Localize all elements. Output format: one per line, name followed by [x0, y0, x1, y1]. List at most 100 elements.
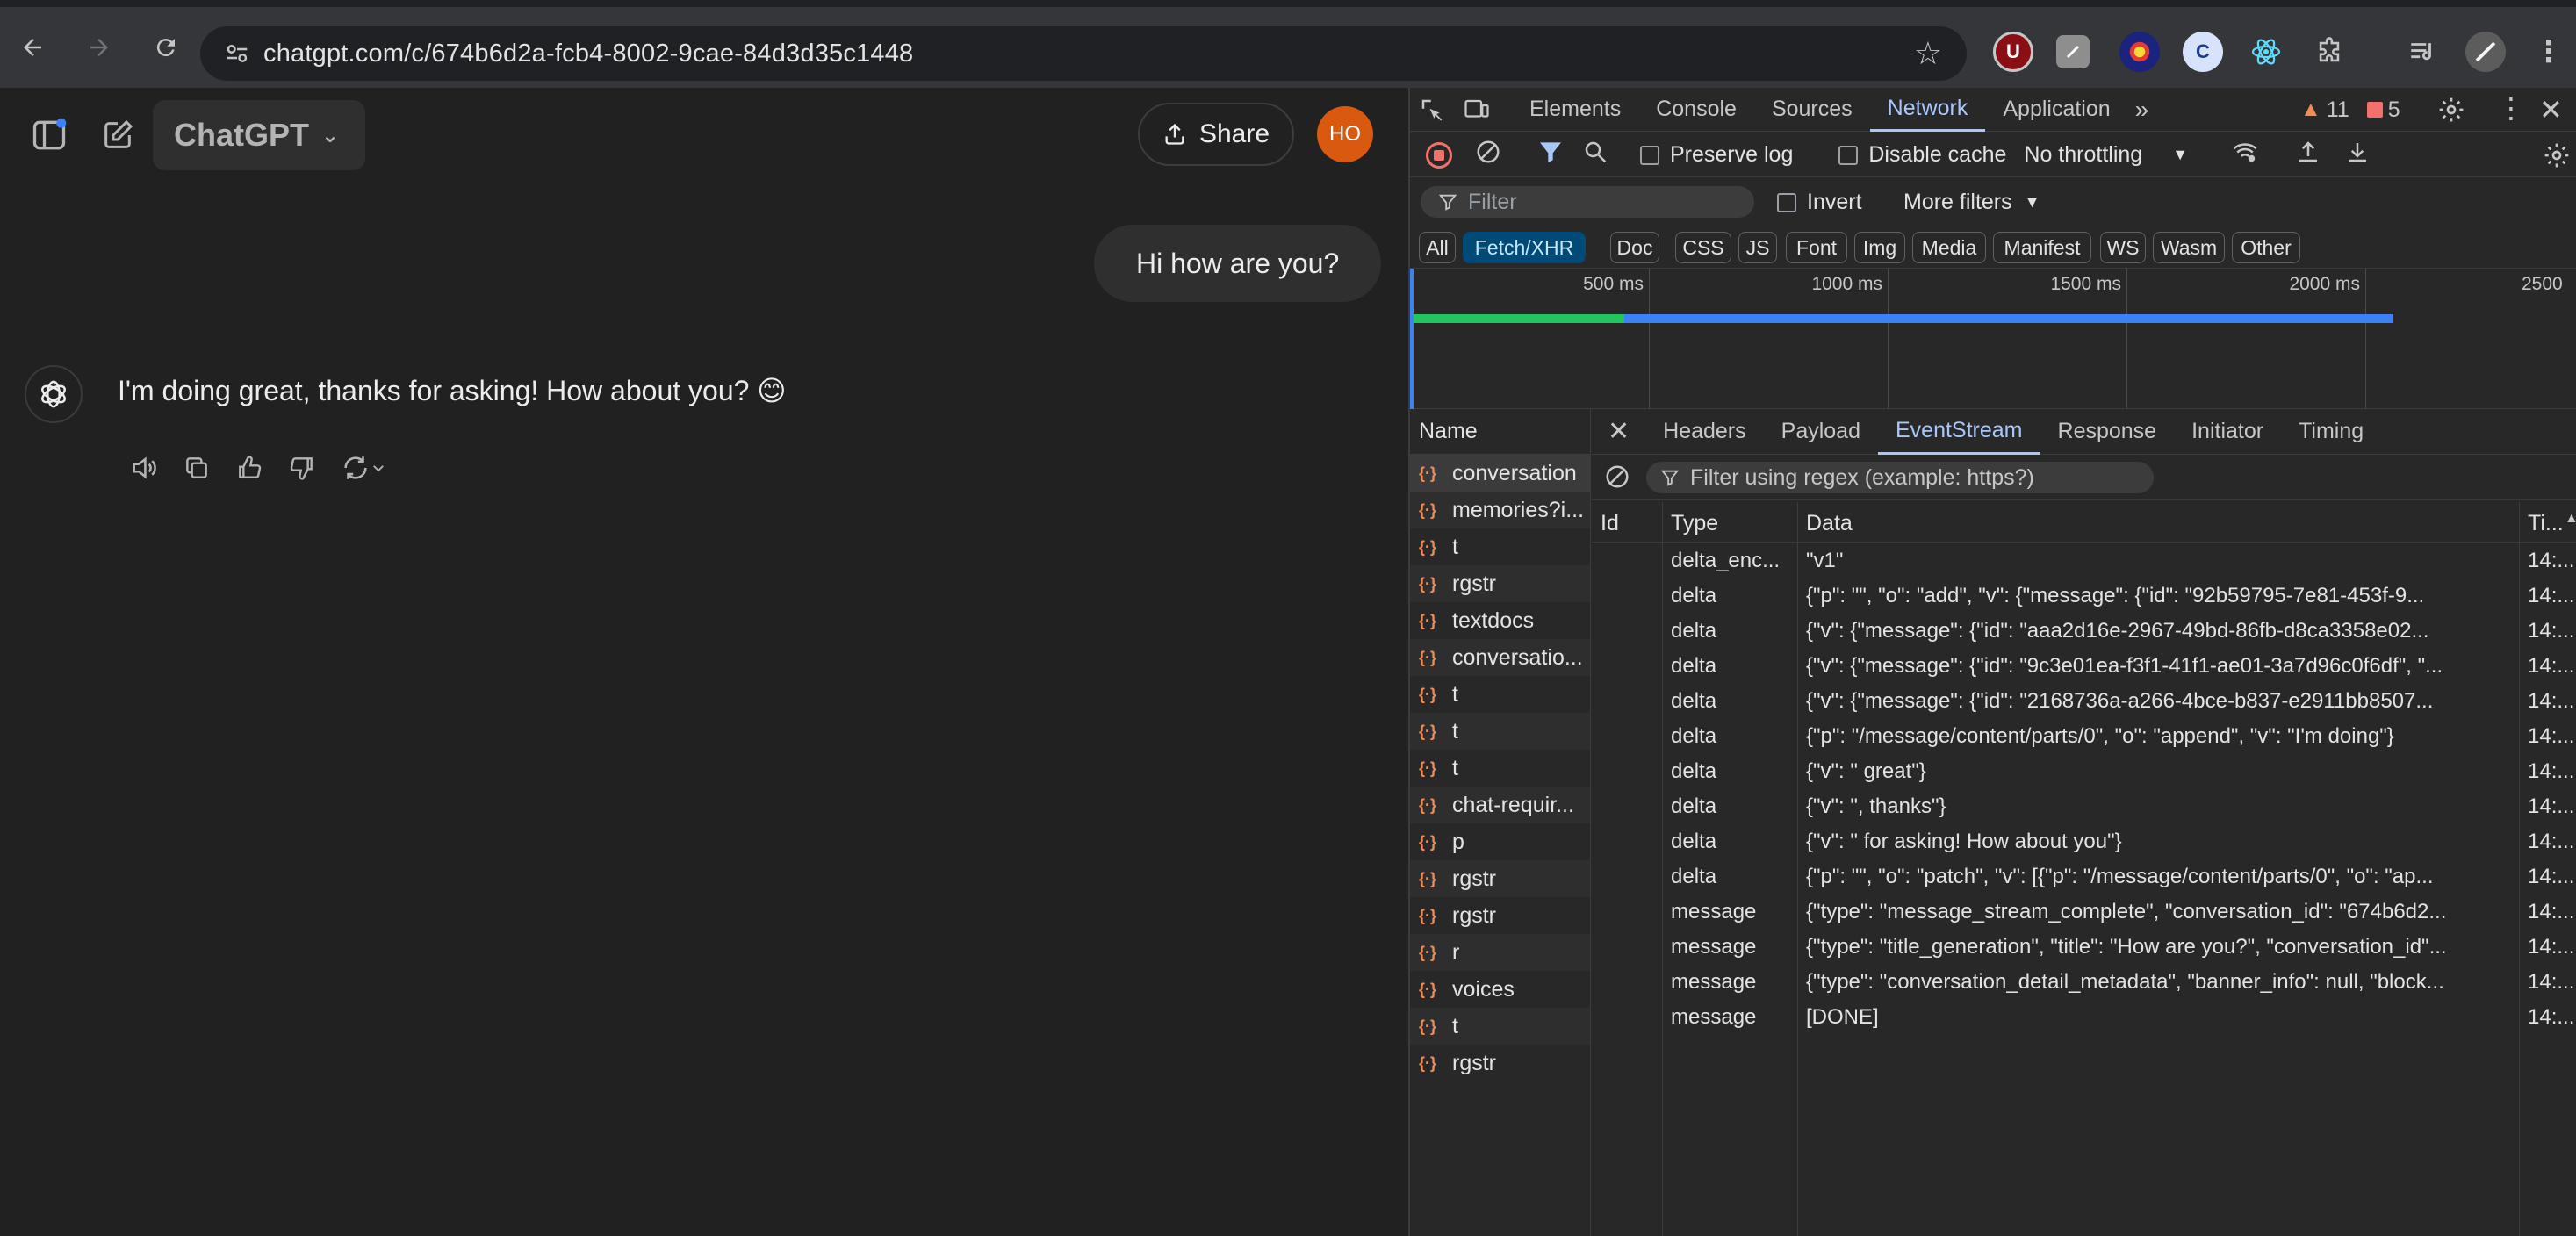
event-row[interactable]: delta {"p": "", "o": "add", "v": {"messag… — [1592, 578, 2576, 613]
extensions-puzzle-icon[interactable] — [2309, 32, 2349, 72]
event-row[interactable]: delta {"p": "", "o": "patch", "v": [{"p":… — [1592, 859, 2576, 894]
type-doc[interactable]: Doc — [1610, 232, 1659, 263]
type-other[interactable]: Other — [2232, 232, 2300, 263]
event-row[interactable]: delta {"v": ", thanks"} 14:... — [1592, 788, 2576, 823]
request-row[interactable]: {·} memories?i... — [1410, 492, 1590, 528]
request-row[interactable]: {·} t — [1410, 1008, 1590, 1045]
request-row[interactable]: {·} conversation — [1410, 455, 1590, 492]
col-data[interactable]: Data — [1806, 511, 1853, 536]
thumbs-up-icon[interactable] — [223, 446, 276, 490]
media-control-icon[interactable] — [2402, 32, 2443, 72]
event-row[interactable]: delta {"v": {"message": {"id": "9c3e01ea-… — [1592, 648, 2576, 683]
event-row[interactable]: message [DONE] 14:... — [1592, 999, 2576, 1034]
disable-cache-checkbox[interactable]: Disable cache — [1838, 142, 2006, 168]
overview-selection-handle[interactable] — [1410, 269, 1414, 409]
stop-recording-icon[interactable] — [1426, 141, 1452, 169]
request-row[interactable]: {·} textdocs — [1410, 602, 1590, 639]
preserve-log-checkbox[interactable]: Preserve log — [1640, 142, 1793, 168]
request-row[interactable]: {·} t — [1410, 713, 1590, 750]
network-settings-icon[interactable] — [2543, 141, 2571, 176]
share-button[interactable]: Share — [1138, 103, 1294, 166]
tab-network[interactable]: Network — [1869, 88, 1986, 132]
request-row[interactable]: {·} p — [1410, 823, 1590, 860]
throttling-select[interactable]: No throttling ▼ — [2024, 142, 2188, 168]
request-row[interactable]: {·} t — [1410, 676, 1590, 713]
event-row[interactable]: delta {"v": {"message": {"id": "aaa2d16e-… — [1592, 613, 2576, 648]
tab-elements[interactable]: Elements — [1512, 88, 1638, 132]
type-all[interactable]: All — [1419, 232, 1456, 263]
copy-icon[interactable] — [170, 446, 223, 490]
tab-eventstream[interactable]: EventStream — [1878, 409, 2040, 455]
col-id[interactable]: Id — [1601, 511, 1619, 536]
upload-har-icon[interactable] — [2295, 139, 2321, 171]
network-conditions-icon[interactable] — [2230, 139, 2260, 171]
devtools-settings-icon[interactable] — [2437, 96, 2465, 130]
request-row[interactable]: {·} rgstr — [1410, 860, 1590, 897]
notes-extension-icon[interactable] — [2056, 35, 2090, 68]
regex-filter-input[interactable]: Filter using regex (example: https?) — [1646, 462, 2154, 493]
tab-sources[interactable]: Sources — [1754, 88, 1870, 132]
event-row[interactable]: delta {"v": {"message": {"id": "2168736a-… — [1592, 683, 2576, 718]
type-fetch-xhr[interactable]: Fetch/XHR — [1463, 232, 1586, 263]
type-ws[interactable]: WS — [2100, 232, 2146, 263]
tab-initiator[interactable]: Initiator — [2174, 409, 2281, 455]
request-row[interactable]: {·} rgstr — [1410, 565, 1590, 602]
col-time[interactable]: Ti... — [2528, 511, 2564, 536]
profile-avatar-icon[interactable] — [2465, 32, 2506, 72]
devtools-menu-icon[interactable]: ⋮ — [2497, 91, 2525, 125]
browser-menu-icon[interactable]: ⋮ — [2529, 32, 2569, 72]
tab-payload[interactable]: Payload — [1764, 409, 1878, 455]
request-row[interactable]: {·} rgstr — [1410, 897, 1590, 934]
tab-headers[interactable]: Headers — [1645, 409, 1764, 455]
thumbs-down-icon[interactable] — [276, 446, 328, 490]
type-css[interactable]: CSS — [1675, 232, 1731, 263]
c-extension-icon[interactable]: C — [2183, 32, 2223, 72]
event-row[interactable]: message {"type": "title_generation", "tit… — [1592, 929, 2576, 964]
tab-response[interactable]: Response — [2040, 409, 2175, 455]
issues-counter[interactable]: ▲ 11 5 — [2300, 88, 2400, 132]
event-row[interactable]: delta {"v": " for asking! How about you"}… — [1592, 823, 2576, 859]
calendar-extension-icon[interactable] — [2119, 32, 2160, 72]
url-text[interactable]: chatgpt.com/c/674b6d2a-fcb4-8002-9cae-84… — [263, 40, 913, 68]
close-detail-icon[interactable]: ✕ — [1592, 409, 1645, 455]
tab-application[interactable]: Application — [1985, 88, 2127, 132]
type-wasm[interactable]: Wasm — [2153, 232, 2225, 263]
new-chat-icon[interactable] — [93, 111, 142, 160]
type-js[interactable]: JS — [1738, 232, 1777, 263]
request-row[interactable]: {·} r — [1410, 934, 1590, 971]
tab-timing[interactable]: Timing — [2281, 409, 2381, 455]
model-selector[interactable]: ChatGPT ⌄ — [153, 100, 365, 170]
forward-arrow-icon[interactable] — [77, 25, 121, 69]
event-row[interactable]: message {"type": "conversation_detail_met… — [1592, 964, 2576, 999]
reload-icon[interactable] — [144, 25, 188, 69]
request-row[interactable]: {·} voices — [1410, 971, 1590, 1008]
clear-log-icon[interactable] — [1475, 139, 1501, 171]
invert-checkbox[interactable]: Invert — [1777, 190, 1862, 215]
user-avatar[interactable]: HO — [1317, 106, 1373, 162]
react-devtools-icon[interactable] — [2246, 32, 2286, 72]
filter-funnel-icon[interactable] — [1536, 138, 1565, 172]
more-filters-dropdown[interactable]: More filters ▼ — [1903, 190, 2040, 215]
inspect-element-icon[interactable] — [1410, 88, 1454, 132]
event-row[interactable]: message {"type": "message_stream_complete… — [1592, 894, 2576, 929]
name-column-header[interactable]: Name — [1410, 409, 1590, 455]
col-type[interactable]: Type — [1671, 511, 1718, 536]
type-manifest[interactable]: Manifest — [1993, 232, 2091, 263]
sidebar-toggle-icon[interactable] — [25, 111, 74, 160]
event-row[interactable]: delta {"v": " great"} 14:... — [1592, 753, 2576, 788]
bookmark-star-icon[interactable]: ☆ — [1914, 35, 1942, 72]
clear-events-icon[interactable] — [1604, 464, 1630, 496]
type-font[interactable]: Font — [1786, 232, 1847, 263]
download-har-icon[interactable] — [2344, 139, 2371, 171]
request-row[interactable]: {·} chat-requir... — [1410, 787, 1590, 823]
type-img[interactable]: Img — [1854, 232, 1905, 263]
type-media[interactable]: Media — [1912, 232, 1986, 263]
search-icon[interactable] — [1582, 139, 1608, 171]
back-arrow-icon[interactable] — [11, 25, 54, 69]
request-row[interactable]: {·} t — [1410, 528, 1590, 565]
tab-console[interactable]: Console — [1638, 88, 1754, 132]
read-aloud-icon[interactable] — [118, 446, 170, 490]
close-devtools-icon[interactable]: ✕ — [2539, 93, 2563, 126]
site-settings-icon[interactable] — [211, 40, 263, 67]
device-toolbar-icon[interactable] — [1454, 88, 1500, 132]
